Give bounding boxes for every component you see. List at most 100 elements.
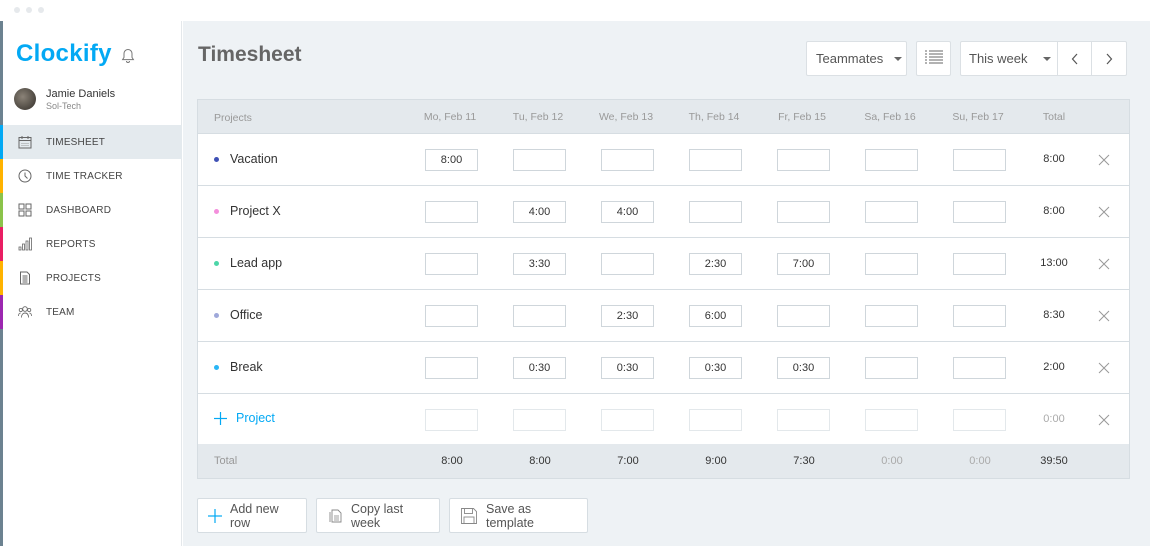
- add-new-row-button[interactable]: Add new row: [197, 498, 307, 533]
- time-entry-input[interactable]: [513, 201, 566, 223]
- period-label: This week: [969, 51, 1028, 66]
- time-entry-input[interactable]: [689, 201, 742, 223]
- table-footer: Total 8:00 8:00 7:00 9:00 7:30 0:00 0:00 39:50: [198, 444, 1129, 478]
- add-new-row-label: Add new row: [230, 501, 279, 530]
- time-entry-input[interactable]: [425, 149, 478, 171]
- time-entry-input[interactable]: [425, 357, 478, 379]
- time-entry-input[interactable]: [777, 253, 830, 275]
- chevron-down-icon: [1042, 56, 1051, 61]
- column-header-total: Total: [1042, 111, 1066, 123]
- time-entry-input[interactable]: [689, 149, 742, 171]
- time-entry-input[interactable]: [513, 305, 566, 327]
- list-view-button[interactable]: [916, 41, 951, 76]
- time-entry-input[interactable]: [425, 253, 478, 275]
- project-label: Vacation: [230, 152, 278, 166]
- bell-icon[interactable]: [121, 48, 135, 64]
- table-row: Project X 8:00: [198, 186, 1129, 238]
- time-entry-input[interactable]: [513, 409, 566, 431]
- time-entry-input[interactable]: [953, 201, 1006, 223]
- time-entry-input[interactable]: [777, 357, 830, 379]
- sidebar-item-time-tracker[interactable]: TIME TRACKER: [0, 159, 182, 193]
- project-name[interactable]: Vacation: [214, 152, 278, 166]
- time-entry-input[interactable]: [601, 409, 654, 431]
- avatar[interactable]: [14, 88, 36, 110]
- day-total: 8:00: [441, 455, 463, 467]
- project-name[interactable]: Project X: [214, 204, 281, 218]
- sidebar-item-reports[interactable]: REPORTS: [0, 227, 182, 261]
- time-entry-input[interactable]: [777, 149, 830, 171]
- time-entry-input[interactable]: [689, 357, 742, 379]
- time-entry-input[interactable]: [513, 253, 566, 275]
- chevron-right-icon: [1106, 53, 1113, 64]
- time-entry-input[interactable]: [865, 201, 918, 223]
- sidebar-item-label: TIMESHEET: [46, 136, 106, 148]
- sidebar-item-projects[interactable]: PROJECTS: [0, 261, 182, 295]
- time-entry-input[interactable]: [513, 149, 566, 171]
- row-total: 8:00: [1043, 205, 1065, 217]
- close-icon[interactable]: [1098, 257, 1110, 270]
- time-entry-input[interactable]: [865, 149, 918, 171]
- close-icon[interactable]: [1098, 413, 1110, 426]
- time-entry-input[interactable]: [865, 253, 918, 275]
- time-entry-input[interactable]: [689, 305, 742, 327]
- add-project-button[interactable]: Project: [214, 411, 275, 425]
- table-row: Vacation 8:00: [198, 134, 1129, 186]
- period-dropdown[interactable]: This week: [961, 42, 1058, 75]
- copy-last-week-button[interactable]: Copy last week: [316, 498, 440, 533]
- column-header-day: Sa, Feb 16: [864, 111, 916, 123]
- row-total: 2:00: [1043, 361, 1065, 373]
- time-entry-input[interactable]: [953, 149, 1006, 171]
- time-entry-input[interactable]: [953, 409, 1006, 431]
- chevron-left-icon: [1071, 53, 1077, 64]
- time-entry-input[interactable]: [865, 409, 918, 431]
- save-as-template-button[interactable]: Save as template: [449, 498, 588, 533]
- time-entry-input[interactable]: [425, 201, 478, 223]
- close-icon[interactable]: [1098, 309, 1110, 322]
- time-entry-input[interactable]: [953, 357, 1006, 379]
- time-entry-input[interactable]: [689, 253, 742, 275]
- time-entry-input[interactable]: [601, 149, 654, 171]
- project-name[interactable]: Lead app: [214, 256, 282, 270]
- time-entry-input[interactable]: [601, 357, 654, 379]
- time-entry-input[interactable]: [689, 409, 742, 431]
- time-entry-input[interactable]: [601, 253, 654, 275]
- time-entry-input[interactable]: [865, 305, 918, 327]
- time-entry-input[interactable]: [425, 305, 478, 327]
- project-color-dot: [214, 260, 219, 266]
- time-entry-input[interactable]: [777, 305, 830, 327]
- sidebar-item-label: REPORTS: [46, 238, 96, 250]
- main-content: Timesheet Teammates This week Projects M…: [183, 21, 1150, 546]
- bar-chart-icon: [17, 236, 33, 252]
- nav-color-bar: [0, 295, 3, 329]
- time-entry-input[interactable]: [601, 305, 654, 327]
- sidebar-item-dashboard[interactable]: DASHBOARD: [0, 193, 182, 227]
- time-entry-input[interactable]: [865, 357, 918, 379]
- next-week-button[interactable]: [1092, 42, 1126, 75]
- sidebar-item-timesheet[interactable]: TIMESHEET: [0, 125, 182, 159]
- close-icon[interactable]: [1098, 153, 1110, 166]
- close-icon[interactable]: [1098, 361, 1110, 374]
- project-color-dot: [214, 156, 219, 162]
- time-entry-input[interactable]: [601, 201, 654, 223]
- plus-icon: [208, 508, 222, 523]
- time-entry-input[interactable]: [953, 305, 1006, 327]
- clockify-logo[interactable]: Clockify: [16, 40, 112, 68]
- project-name[interactable]: Office: [214, 308, 262, 322]
- project-label: Break: [230, 360, 263, 374]
- project-name[interactable]: Break: [214, 360, 263, 374]
- time-entry-input[interactable]: [513, 357, 566, 379]
- day-total: 7:30: [793, 455, 815, 467]
- plus-icon: [214, 411, 227, 425]
- time-entry-input[interactable]: [777, 409, 830, 431]
- sidebar-item-team[interactable]: TEAM: [0, 295, 182, 329]
- grid-icon: [17, 202, 33, 218]
- time-entry-input[interactable]: [425, 409, 478, 431]
- teammates-dropdown[interactable]: Teammates: [806, 41, 907, 76]
- time-entry-input[interactable]: [777, 201, 830, 223]
- close-icon[interactable]: [1098, 205, 1110, 218]
- previous-week-button[interactable]: [1058, 42, 1092, 75]
- nav-color-bar: [0, 159, 3, 193]
- time-entry-input[interactable]: [953, 253, 1006, 275]
- nav-color-bar: [0, 125, 3, 159]
- copy-icon: [327, 508, 343, 524]
